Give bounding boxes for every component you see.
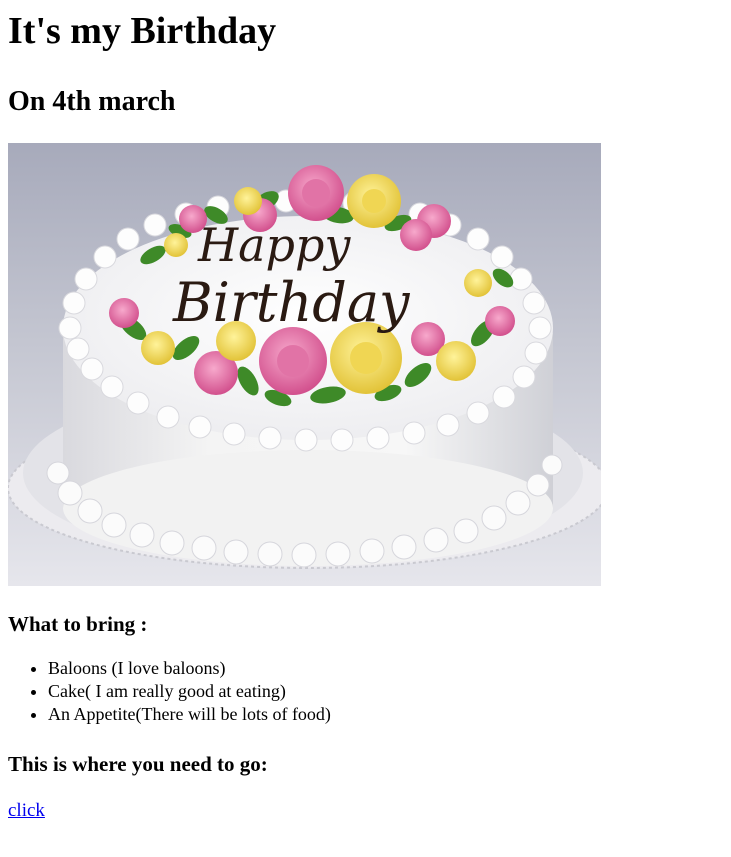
location-heading: This is where you need to go: bbox=[8, 752, 268, 776]
bring-heading: What to bring : bbox=[8, 612, 148, 636]
link-paragraph: click bbox=[8, 799, 723, 823]
list-item: Cake( I am really good at eating) bbox=[48, 680, 723, 703]
page: It's my Birthday On 4th march Happy Birt… bbox=[0, 0, 731, 823]
cake-inscription-line2: Birthday bbox=[172, 271, 411, 334]
list-item: An Appetite(There will be lots of food) bbox=[48, 703, 723, 726]
birthday-cake-icon: Happy Birthday bbox=[8, 143, 601, 586]
page-title: It's my Birthday bbox=[8, 10, 277, 52]
cake-inscription-line1: Happy bbox=[197, 218, 351, 272]
bring-list: Baloons (I love baloons) Cake( I am real… bbox=[8, 657, 723, 726]
date-heading: On 4th march bbox=[8, 86, 176, 117]
list-item: Baloons (I love baloons) bbox=[48, 657, 723, 680]
cake-image: Happy Birthday bbox=[8, 143, 601, 586]
location-link[interactable]: click bbox=[8, 800, 45, 821]
